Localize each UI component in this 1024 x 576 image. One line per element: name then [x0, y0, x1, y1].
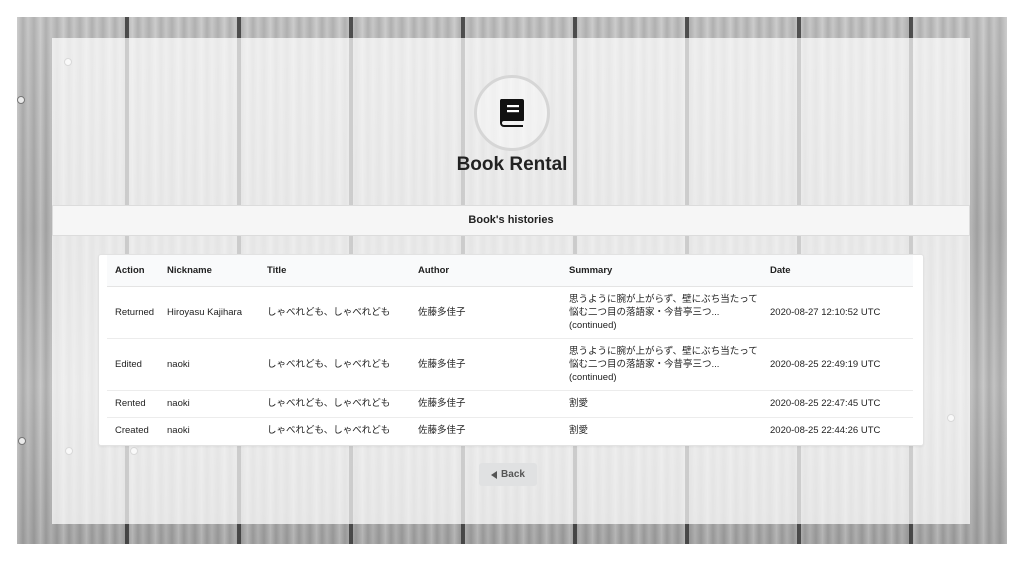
summary-line: (continued)	[569, 371, 617, 383]
summary-line: 割愛	[569, 398, 589, 409]
header-date: Date	[762, 255, 913, 287]
table-row: Created naoki しゃべれども、しゃべれども 佐藤多佳子 割愛 202…	[107, 417, 913, 444]
cell-author: 佐藤多佳子	[410, 286, 561, 339]
header-summary: Summary	[561, 255, 762, 287]
header-author: Author	[410, 255, 561, 287]
header-nickname: Nickname	[159, 255, 259, 287]
book-icon	[499, 99, 524, 127]
app-logo	[474, 75, 550, 151]
back-button-label: Back	[501, 469, 525, 480]
table-row: Edited naoki しゃべれども、しゃべれども 佐藤多佳子 思うように腕が…	[107, 338, 913, 391]
cell-action: Edited	[107, 338, 159, 391]
table-row: Rented naoki しゃべれども、しゃべれども 佐藤多佳子 割愛 2020…	[107, 390, 913, 418]
summary-line: 思うように腕が上がらず、壁にぶち当たって	[569, 293, 758, 305]
cell-title: しゃべれども、しゃべれども	[259, 390, 410, 418]
cell-author: 佐藤多佳子	[418, 425, 466, 437]
cell-action: Created	[115, 425, 149, 437]
cell-summary: 割愛	[561, 390, 762, 418]
app-title: Book Rental	[456, 154, 568, 175]
cell-nickname: naoki	[159, 338, 259, 391]
cell-date: 2020-08-25 22:47:45 UTC	[762, 390, 913, 418]
summary-line: 悩む二つ目の落語家・今昔亭三つ...	[569, 358, 720, 370]
histories-table: Action Nickname Title Author Summary Dat…	[107, 255, 913, 444]
cell-title: しゃべれども、しゃべれども	[259, 338, 410, 391]
cell-nickname: Hiroyasu Kajihara	[159, 286, 259, 339]
cell-date: 2020-08-25 22:44:26 UTC	[770, 425, 881, 437]
cell-summary: 割愛	[561, 417, 762, 444]
cell-summary: 思うように腕が上がらず、壁にぶち当たって 悩む二つ目の落語家・今昔亭三つ... …	[561, 286, 762, 339]
cell-action: Returned	[107, 286, 159, 339]
nail-decoration	[17, 96, 25, 104]
summary-line: 思うように腕が上がらず、壁にぶち当たって	[569, 345, 758, 357]
cell-date: 2020-08-27 12:10:52 UTC	[762, 286, 913, 339]
cell-summary: 思うように腕が上がらず、壁にぶち当たって 悩む二つ目の落語家・今昔亭三つ... …	[561, 338, 762, 391]
cell-author: 佐藤多佳子	[410, 390, 561, 418]
summary-line: 悩む二つ目の落語家・今昔亭三つ...	[569, 306, 720, 318]
summary-line: (continued)	[569, 319, 617, 331]
header-title: Title	[259, 255, 410, 287]
cell-title: しゃべれども、しゃべれども	[259, 286, 410, 339]
table-header-row: Action Nickname Title Author Summary Dat…	[107, 255, 913, 287]
header-action: Action	[107, 255, 159, 287]
back-button[interactable]: Back	[479, 463, 537, 486]
caret-left-icon	[491, 470, 498, 479]
cell-nickname: naoki	[159, 390, 259, 418]
summary-line: 割愛	[569, 425, 589, 437]
nail-decoration	[18, 437, 26, 445]
section-header: Book's histories	[52, 205, 970, 236]
histories-table-card: Action Nickname Title Author Summary Dat…	[98, 254, 924, 446]
cell-nickname: naoki	[167, 425, 190, 437]
cell-title: しゃべれども、しゃべれども	[267, 425, 391, 437]
cell-author: 佐藤多佳子	[410, 338, 561, 391]
cell-action: Rented	[107, 390, 159, 418]
table-row: Returned Hiroyasu Kajihara しゃべれども、しゃべれども…	[107, 286, 913, 339]
cell-date: 2020-08-25 22:49:19 UTC	[762, 338, 913, 391]
